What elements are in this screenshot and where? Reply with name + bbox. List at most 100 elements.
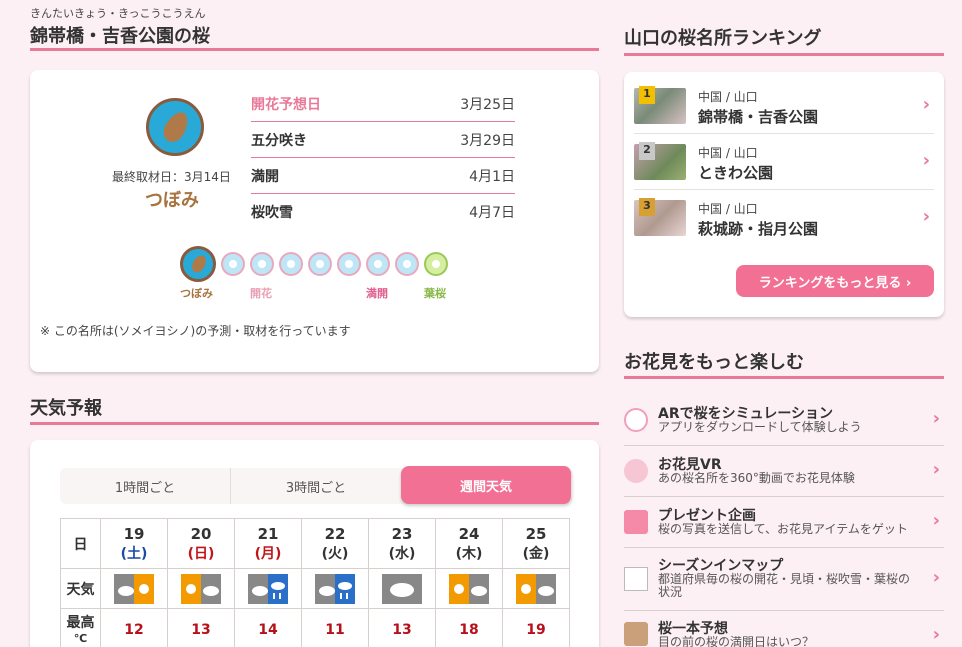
enjoy-item-sub: あの桜名所を360°動画でお花見体験	[658, 471, 855, 485]
day-cell: 19 (土)	[100, 518, 168, 569]
day-cell: 20 (日)	[167, 518, 235, 569]
sakura-ar-icon	[624, 408, 648, 432]
spot-ruby: きんたいきょう・きっこうこうえん	[30, 7, 206, 20]
tab-weekly[interactable]: 週間天気	[401, 466, 572, 504]
high-temp: 18	[459, 622, 479, 638]
day-weekday: (土)	[120, 545, 148, 562]
rank-badge: 1	[639, 86, 655, 104]
stage-label-full: 満開	[366, 287, 388, 300]
enjoy-item-vr[interactable]: お花見VR あの桜名所を360°動画でお花見体験 ›	[624, 447, 944, 497]
weather-card: 1時間ごと 3時間ごと 週間天気 日 19 (土) 20 (日) 21 (月) 22 (…	[30, 440, 599, 647]
row-label-high: 最高 ℃	[60, 608, 101, 647]
stage-3-icon	[308, 252, 332, 276]
enjoy-item-sub: 目の前の桜の満開日はいつ？	[658, 635, 815, 647]
day-number: 19	[123, 524, 145, 543]
ranking-item-3[interactable]: 3 中国 / 山口 萩城跡・指月公園 ›	[634, 190, 934, 246]
bud-status-icon	[146, 98, 204, 156]
cloudy-icon	[382, 573, 422, 604]
enjoy-item-sub: 桜の写真を送信して、お花見アイテムをゲット	[658, 522, 908, 536]
forecast-label: 桜吹雪	[251, 205, 293, 221]
stage-fall-icon	[395, 252, 419, 276]
weather-underline	[30, 422, 599, 425]
stage-open-icon	[221, 252, 245, 276]
weather-cell	[167, 568, 235, 609]
weather-cell	[301, 568, 369, 609]
stage-label-open: 開花	[250, 287, 272, 300]
enjoy-item-present[interactable]: プレゼント企画 桜の写真を送信して、お花見アイテムをゲット ›	[624, 498, 944, 548]
weather-cell	[100, 568, 168, 609]
last-survey-date: 最終取材日：3月14日	[112, 170, 231, 184]
temp-cell: 18	[435, 608, 503, 647]
chevron-right-icon: ›	[932, 624, 940, 645]
weather-tabs: 1時間ごと 3時間ごと 週間天気	[60, 466, 572, 504]
cloudy-then-sunny-icon	[114, 573, 154, 604]
tab-3hourly[interactable]: 3時間ごと	[231, 468, 401, 504]
spot-name: ときわ公園	[698, 164, 774, 182]
vr-goggles-icon	[624, 459, 648, 483]
title-underline	[30, 48, 599, 51]
cloudy-then-rain-icon	[248, 573, 288, 604]
sunny-then-cloudy-icon	[516, 573, 556, 604]
ranking-item-1[interactable]: 1 中国 / 山口 錦帯橋・吉香公園 ›	[634, 78, 934, 134]
forecast-row-full: 満開 4月1日	[251, 158, 515, 194]
forecast-row-bloom: 開花予想日 3月25日	[251, 86, 515, 122]
day-weekday: (日)	[187, 545, 215, 562]
forecast-value: 4月7日	[469, 205, 515, 221]
enjoy-item-map[interactable]: シーズンインマップ 都道府県毎の桜の開花・見頃・桜吹雪・葉桜の状況 ›	[624, 549, 944, 611]
temp-cell: 12	[100, 608, 168, 647]
map-image-icon	[624, 567, 648, 591]
forecast-value: 4月1日	[469, 168, 515, 185]
enjoy-item-ar[interactable]: ARで桜をシミュレーション アプリをダウンロードして体験しよう ›	[624, 396, 944, 446]
ranking-item-2[interactable]: 2 中国 / 山口 ときわ公園 ›	[634, 134, 934, 190]
day-weekday: (金)	[522, 545, 550, 562]
chevron-right-icon: ›	[932, 459, 940, 480]
day-number: 20	[190, 524, 212, 543]
row-label-day: 日	[60, 518, 101, 569]
sunny-then-cloudy-icon	[181, 573, 221, 604]
row-label-weather: 天気	[60, 568, 101, 609]
sakura-tree-icon	[624, 622, 648, 646]
day-cell: 23 (水)	[368, 518, 436, 569]
weather-cell	[435, 568, 503, 609]
enjoy-title: お花見をもっと楽しむ	[624, 352, 804, 373]
spot-region: 中国 / 山口	[698, 202, 758, 216]
high-label: 最高	[66, 615, 95, 631]
stage-2-icon	[279, 252, 303, 276]
high-temp: 13	[392, 622, 412, 638]
stage-leaf-icon	[424, 252, 448, 276]
day-weekday: (木)	[455, 545, 483, 562]
tab-hourly[interactable]: 1時間ごと	[60, 468, 231, 504]
day-cell: 21 (月)	[234, 518, 302, 569]
forecast-label: 開花予想日	[251, 96, 321, 113]
stage-1-icon	[250, 252, 274, 276]
ranking-title: 山口の桜名所ランキング	[624, 28, 822, 49]
chevron-right-icon: ›	[922, 94, 930, 115]
day-number: 24	[458, 524, 480, 543]
rank-badge: 2	[639, 142, 655, 160]
species-note: ※ この名所は(ソメイヨシノ)の予測・取材を行っています	[40, 324, 351, 338]
chevron-right-icon: ›	[922, 206, 930, 227]
forecast-row-half: 五分咲き 3月29日	[251, 122, 515, 158]
chevron-right-icon: ›	[932, 408, 940, 429]
day-weekday: (月)	[254, 545, 282, 562]
temp-cell: 14	[234, 608, 302, 647]
enjoy-item-single-tree[interactable]: 桜一本予想 目の前の桜の満開日はいつ？ ›	[624, 612, 944, 647]
forecast-label: 満開	[251, 168, 279, 185]
more-ranking-button[interactable]: ランキングをもっと見る ›	[736, 265, 934, 297]
weekly-weather-table: 日 19 (土) 20 (日) 21 (月) 22 (火) 23 (水) 24 (木) 25…	[60, 518, 570, 647]
day-cell: 24 (木)	[435, 518, 503, 569]
day-number: 23	[391, 524, 413, 543]
bloom-status: つぼみ	[145, 190, 199, 211]
forecast-label: 五分咲き	[251, 132, 307, 149]
day-cell: 22 (火)	[301, 518, 369, 569]
temp-cell: 19	[502, 608, 570, 647]
sunny-then-cloudy-icon	[449, 573, 489, 604]
spot-name: 萩城跡・指月公園	[698, 220, 819, 238]
day-number: 22	[324, 524, 346, 543]
enjoy-underline	[624, 376, 944, 379]
day-weekday: (水)	[388, 545, 416, 562]
high-temp: 19	[526, 622, 546, 638]
chevron-right-icon: ›	[932, 510, 940, 531]
weather-title: 天気予報	[30, 398, 102, 419]
stage-bud-icon	[180, 246, 216, 282]
